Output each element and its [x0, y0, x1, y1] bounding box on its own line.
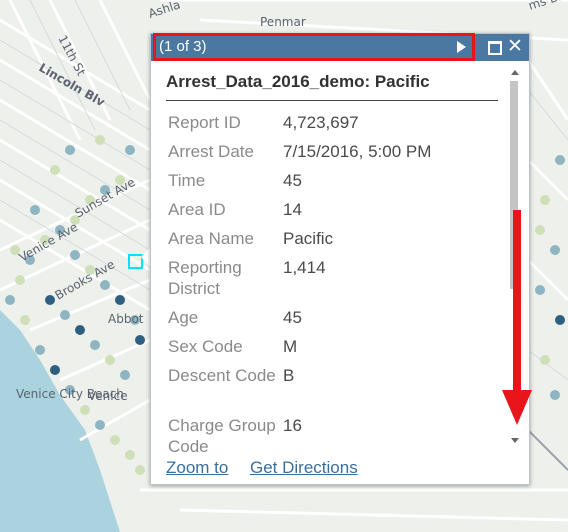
attribute-value: 14: [283, 200, 302, 219]
scroll-up-icon[interactable]: [511, 70, 519, 75]
next-arrow-icon[interactable]: [457, 41, 466, 53]
attribute-value: 45: [283, 308, 302, 327]
attribute-label: Report ID: [168, 113, 241, 132]
attribute-label: Descent Code: [168, 366, 276, 385]
attribute-value: 1,414: [283, 258, 326, 277]
attribute-label: Age: [168, 308, 199, 327]
svg-text:Penmar: Penmar: [260, 15, 306, 29]
attribute-label: Reporting District: [168, 258, 242, 298]
attribute-value: 4,723,697: [283, 113, 359, 132]
attribute-value: 7/15/2016, 5:00 PM: [283, 142, 432, 161]
popup-header: (1 of 3) ✕: [151, 34, 529, 61]
popup-scrollbar[interactable]: [507, 70, 521, 452]
attribute-value: B: [283, 366, 295, 385]
attribute-value: M: [283, 337, 298, 356]
attribute-value: 45: [283, 171, 302, 190]
title-divider: [166, 100, 498, 101]
zoom-to-link[interactable]: Zoom to: [166, 458, 228, 478]
attribute-label: Arrest Date: [168, 142, 254, 161]
svg-text:Abbot: Abbot: [108, 312, 144, 326]
scroll-thumb[interactable]: [510, 81, 518, 289]
scroll-down-icon[interactable]: [511, 438, 519, 443]
attribute-label: Area ID: [168, 200, 226, 219]
attribute-value: 16: [283, 416, 302, 435]
attribute-label: Area Name: [168, 229, 254, 248]
popup-title: Arrest_Data_2016_demo: Pacific: [166, 72, 430, 91]
maximize-icon[interactable]: [488, 41, 502, 55]
svg-text:Venice City Beach: Venice City Beach: [16, 387, 124, 401]
attribute-label: Charge Group Code: [168, 416, 276, 456]
feature-popup: (1 of 3) ✕ Arrest_Data_2016_demo: Pacifi…: [150, 33, 530, 485]
attribute-label: Sex Code: [168, 337, 243, 356]
attribute-value: Pacific: [283, 229, 334, 248]
get-directions-link[interactable]: Get Directions: [250, 458, 358, 478]
attribute-label: Time: [168, 171, 206, 190]
pager-text: (1 of 3): [159, 38, 207, 55]
close-icon[interactable]: ✕: [507, 36, 523, 56]
